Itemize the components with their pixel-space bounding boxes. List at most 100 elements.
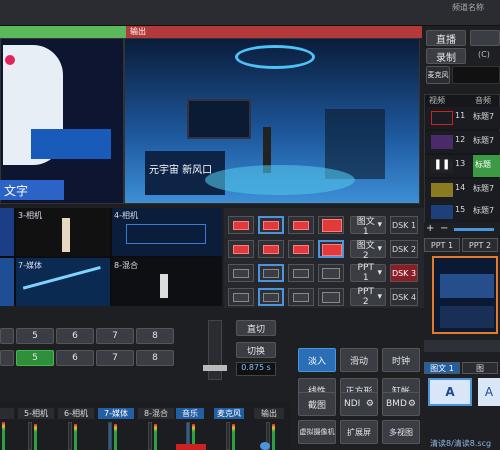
channel-fader[interactable]	[108, 422, 112, 450]
num-button[interactable]: 5	[16, 350, 54, 366]
cut-button[interactable]: 直切	[236, 320, 276, 336]
effect-clock[interactable]: 时钟	[382, 348, 420, 372]
live-button[interactable]: 直播	[426, 30, 466, 46]
overlay-slot[interactable]	[318, 264, 344, 282]
source-mix8[interactable]: 8-混合	[112, 258, 222, 306]
clip-thumb	[431, 205, 453, 219]
overlay-slot[interactable]	[318, 288, 344, 306]
transition-rate[interactable]: 0.875 s	[236, 362, 276, 376]
overlay-select-4[interactable]: PPT 2 ▾	[350, 287, 386, 307]
live-extra[interactable]	[470, 30, 500, 46]
overlay-slot-icon	[293, 221, 309, 230]
dsk-4-button[interactable]: DSK 4	[390, 288, 418, 306]
playlist-row[interactable]: 11 标题7	[425, 107, 500, 129]
pause-icon[interactable]: ❚❚	[431, 159, 453, 173]
volume-slider[interactable]	[454, 228, 494, 231]
source-label: 4-相机	[114, 211, 138, 220]
overlay-select-label: 图文2	[356, 240, 375, 261]
t-bar-handle[interactable]	[203, 365, 227, 371]
overlay-slot[interactable]	[228, 216, 254, 234]
tab-graphic-1[interactable]: 图文 1	[424, 362, 460, 374]
playlist-row[interactable]: 12 标题7	[425, 131, 500, 153]
num-button[interactable]: 6	[56, 350, 94, 366]
overlay-slot[interactable]	[228, 240, 254, 258]
preview-caption-text: 文字	[4, 184, 29, 198]
dsk-1-button[interactable]: DSK 1	[390, 216, 418, 234]
playlist-row[interactable]: 15 标题7	[425, 201, 500, 223]
add-icon[interactable]: +	[426, 223, 434, 234]
overlay-select-2[interactable]: 图文2 ▾	[350, 240, 386, 261]
numpad: 5 6 7 8 5 6 7 8	[0, 312, 200, 372]
channel-fader[interactable]	[226, 422, 230, 450]
virtual-camera-button[interactable]: 虚拟摄像机	[298, 420, 336, 444]
level-meter	[34, 424, 37, 450]
num-button[interactable]: 5	[16, 328, 54, 344]
overlay-slot-icon	[293, 269, 309, 278]
channel-fader[interactable]	[68, 422, 72, 450]
num-button[interactable]: 6	[56, 328, 94, 344]
overlay-slot-icon	[322, 268, 340, 279]
ndi-button[interactable]: NDI ⚙	[340, 392, 378, 416]
overlay-slot[interactable]	[258, 216, 284, 234]
num-button[interactable]: 8	[136, 350, 174, 366]
playlist-row[interactable]: 14 标题7	[425, 179, 500, 201]
num-button[interactable]: 7	[96, 350, 134, 366]
presenter-figure	[62, 218, 70, 252]
overlay-slot[interactable]	[288, 216, 314, 234]
t-bar[interactable]	[203, 320, 227, 380]
source-media7[interactable]: 7-媒体	[16, 258, 110, 307]
source-cam2[interactable]	[0, 208, 14, 256]
preview-caption-box: 文字	[0, 180, 64, 200]
record-button[interactable]: 录制	[426, 48, 466, 64]
tab-ppt-2[interactable]: PPT 2	[462, 238, 498, 252]
tab-graphic-2[interactable]: 图	[462, 362, 498, 374]
mic-button[interactable]: 麦克风	[426, 66, 450, 84]
tab-ppt-1[interactable]: PPT 1	[424, 238, 460, 252]
source-cam4[interactable]: 4-相机	[112, 208, 222, 256]
overlay-slot[interactable]	[318, 216, 344, 234]
source-cam3[interactable]: 3-相机	[16, 208, 110, 256]
source-grid: 3-相机 4-相机 7-媒体 8-混合	[0, 208, 222, 307]
remove-icon[interactable]: −	[440, 223, 448, 234]
overlay-slot[interactable]	[318, 240, 344, 258]
overlay-slot[interactable]	[228, 264, 254, 282]
overlay-slot[interactable]	[258, 240, 284, 258]
channel-fader[interactable]	[148, 422, 152, 450]
bmd-button[interactable]: BMD ⚙	[382, 392, 420, 416]
source-media6[interactable]	[0, 258, 14, 306]
overlay-slot[interactable]	[228, 288, 254, 306]
overlay-select-3[interactable]: PPT 1 ▾	[350, 263, 386, 283]
dsk-3-button[interactable]: DSK 3	[390, 264, 418, 282]
overlay-slot-icon	[293, 293, 309, 302]
graphic-thumb-a[interactable]: A	[428, 378, 472, 406]
overlay-slot[interactable]	[288, 288, 314, 306]
extended-screen-button[interactable]: 扩展屏	[340, 420, 378, 444]
switch-button[interactable]: 切换	[236, 342, 276, 358]
overlay-slot[interactable]	[258, 264, 284, 282]
channel-fader[interactable]	[28, 422, 32, 450]
num-button[interactable]	[0, 328, 14, 344]
graphic-thumb-a2[interactable]: A	[478, 378, 500, 406]
ppt-preview[interactable]	[432, 256, 498, 334]
overlay-slot-icon	[233, 269, 249, 278]
peak-indicator	[176, 444, 206, 450]
multiview-button[interactable]: 多视图	[382, 420, 420, 444]
overlay-slot[interactable]	[288, 264, 314, 282]
mute-icon[interactable]	[260, 442, 270, 450]
effect-fade[interactable]: 淡入	[298, 348, 336, 372]
overlay-slot[interactable]	[288, 240, 314, 258]
snapshot-button[interactable]: 截图	[298, 392, 336, 416]
num-button[interactable]	[0, 350, 14, 366]
studio-screen	[187, 99, 251, 139]
overlay-select-1[interactable]: 图文1 ▾	[350, 216, 386, 237]
playlist-row-active[interactable]: ❚❚ 13 标题	[425, 155, 500, 177]
ppt-slider[interactable]	[424, 340, 500, 352]
num-button[interactable]: 8	[136, 328, 174, 344]
num-button[interactable]: 7	[96, 328, 134, 344]
overlay-slot[interactable]	[258, 288, 284, 306]
effect-slide[interactable]: 滑动	[340, 348, 378, 372]
overlay-select-label: PPT 1	[357, 263, 374, 283]
dsk-2-button[interactable]: DSK 2	[390, 240, 418, 258]
program-monitor[interactable]: 元宇宙 新风口	[124, 38, 420, 204]
clip-label: 标题7	[473, 184, 495, 193]
